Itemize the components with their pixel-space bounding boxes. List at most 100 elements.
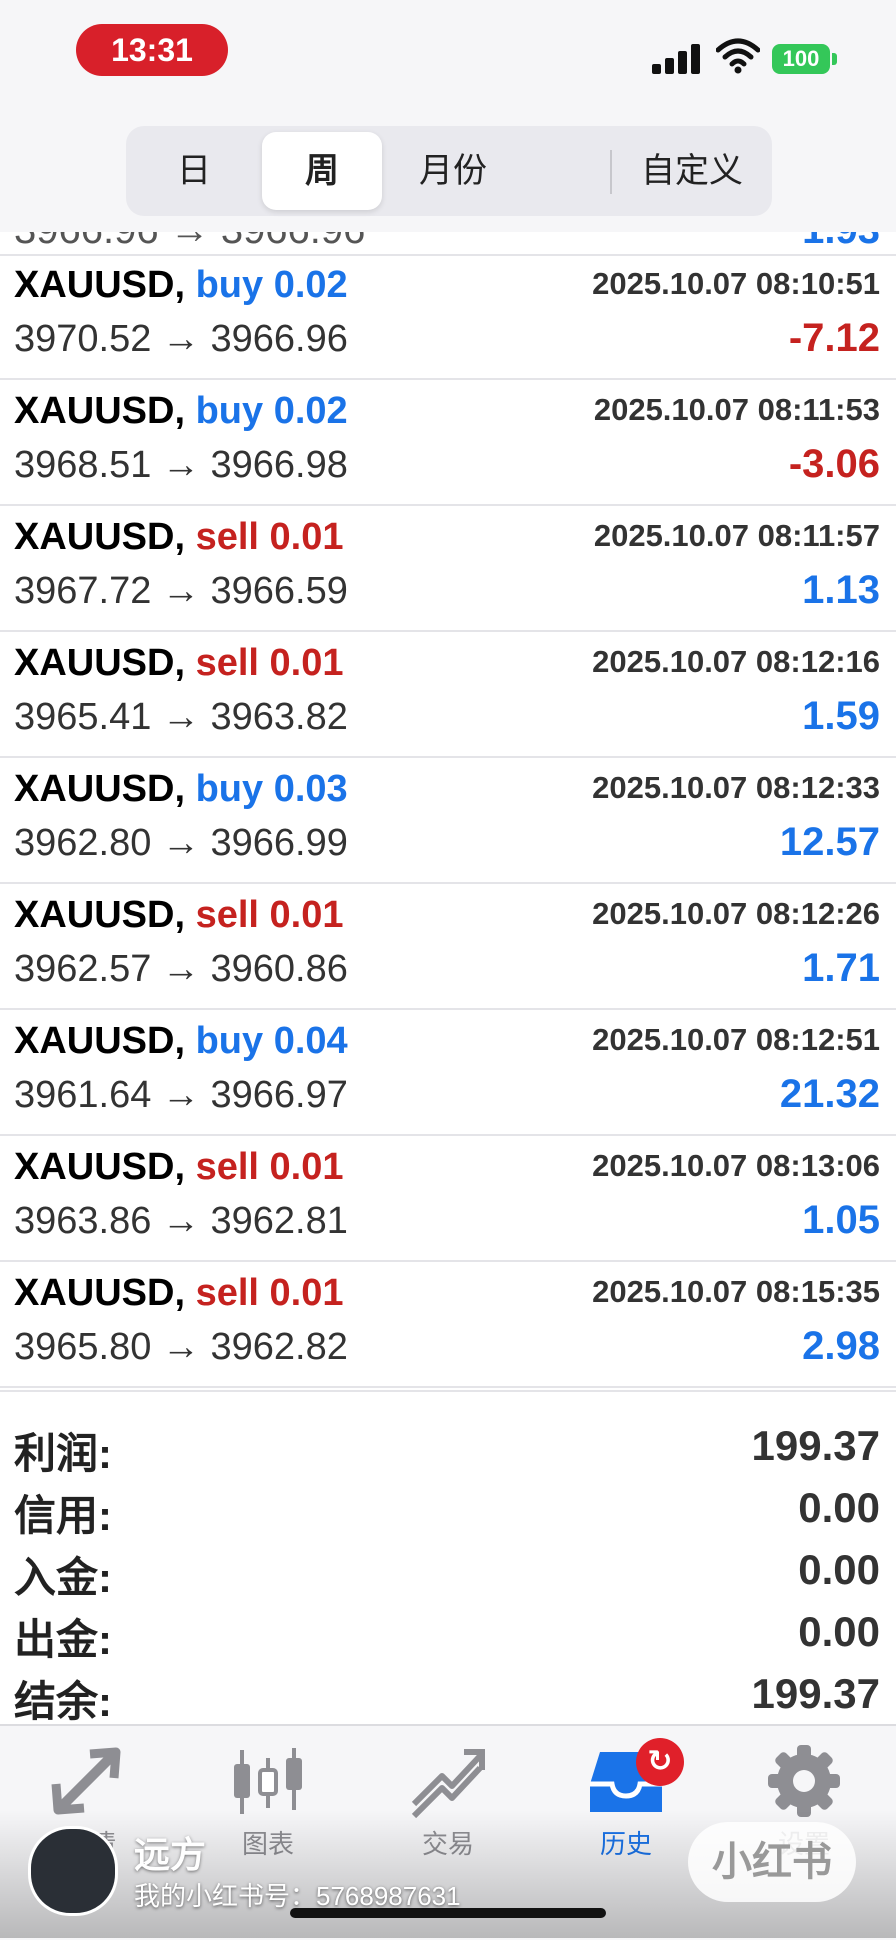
trade-symbol: XAUUSD, [14,1272,186,1314]
period-tab-custom[interactable]: 自定义 [618,132,766,210]
trade-symbol-line: XAUUSD, sell 0.01 [14,1272,344,1315]
summary-label: 信用: [14,1492,112,1539]
account-summary: 利润: 199.37 信用: 0.00 入金: 0.00 出金: 0.00 结余… [0,1390,896,1726]
trade-row[interactable]: XAUUSD, buy 0.04 2025.10.07 08:12:51 396… [0,1010,896,1136]
trade-symbol-line: XAUUSD, buy 0.04 [14,1020,348,1063]
trade-time: 2025.10.07 08:12:51 [592,1022,880,1057]
trade-profit: 2.98 [802,1324,880,1368]
trade-side: sell 0.01 [195,642,344,684]
home-indicator [290,1908,606,1918]
summary-label: 结余: [14,1678,112,1725]
trade-time: 2025.10.07 08:13:06 [592,1148,880,1183]
candlestick-chart-icon [234,1748,302,1814]
trade-prices: 3962.57 → 3960.86 [14,948,348,990]
trade-profit: -3.06 [788,442,880,486]
trade-time: 2025.10.07 08:11:57 [593,518,880,553]
partial-row-prices: 3966.96 → 3966.96 [14,232,365,253]
trade-row[interactable]: XAUUSD, sell 0.01 2025.10.07 08:12:26 39… [0,884,896,1010]
trade-time: 2025.10.07 08:12:26 [592,896,880,931]
trade-history-list[interactable]: 3966.96 → 3966.96 1.93 XAUUSD, buy 0.02 … [0,232,896,1390]
trade-profit: -7.12 [788,316,880,360]
period-tab-day[interactable]: 日 [132,132,256,210]
summary-balance: 结余: 199.37 [0,1664,896,1726]
trade-prices: 3961.64 → 3966.97 [14,1074,348,1116]
trade-profit: 1.59 [802,694,880,738]
battery-tip [832,53,837,65]
trade-side: sell 0.01 [195,894,344,936]
period-segmented-control: 日 周 月份 自定义 [126,126,772,216]
trade-symbol-line: XAUUSD, buy 0.02 [14,390,348,433]
quotes-arrows-icon [51,1747,121,1815]
summary-label: 出金: [14,1616,112,1663]
trade-row[interactable]: XAUUSD, sell 0.01 2025.10.07 08:15:35 39… [0,1262,896,1388]
trade-side: buy 0.02 [195,390,348,432]
trade-symbol: XAUUSD, [14,1146,186,1188]
trade-side: sell 0.01 [195,1146,344,1188]
summary-deposit: 入金: 0.00 [0,1540,896,1602]
trade-prices: 3962.80 → 3966.99 [14,822,348,864]
trade-symbol-line: XAUUSD, sell 0.01 [14,894,344,937]
trade-symbol: XAUUSD, [14,894,186,936]
watermark-logo: 小红书 [688,1822,856,1902]
summary-value: 0.00 [798,1484,880,1531]
trade-time: 2025.10.07 08:12:33 [592,770,880,805]
summary-value: 199.37 [751,1422,880,1469]
trade-symbol: XAUUSD, [14,390,186,432]
trade-time: 2025.10.07 08:15:35 [592,1274,880,1309]
gear-icon [768,1745,840,1817]
trade-side: sell 0.01 [195,516,344,558]
summary-value: 0.00 [798,1546,880,1593]
trade-profit: 12.57 [779,820,880,864]
trade-profit: 1.05 [802,1198,880,1242]
partial-trade-row: 3966.96 → 3966.96 1.93 [0,232,896,256]
trade-row[interactable]: XAUUSD, buy 0.02 2025.10.07 08:11:53 396… [0,380,896,506]
cellular-signal-icon [652,42,702,74]
trade-profit: 21.32 [779,1072,880,1116]
trade-chart-icon [411,1749,485,1818]
status-bar: 13:31 100 [0,0,896,110]
trade-prices: 3970.52 → 3966.96 [14,318,348,360]
trade-side: buy 0.04 [195,1020,348,1062]
trade-symbol: XAUUSD, [14,1020,186,1062]
watermark-author: 远方 [134,1834,207,1875]
period-tab-month[interactable]: 月份 [388,132,518,210]
trade-prices: 3965.41 → 3963.82 [14,696,348,738]
segment-divider [610,150,612,194]
trade-symbol-line: XAUUSD, buy 0.02 [14,264,348,307]
partial-row-pl: 1.93 [802,232,880,253]
trade-symbol-line: XAUUSD, buy 0.03 [14,768,348,811]
trade-prices: 3963.86 → 3962.81 [14,1200,348,1242]
trade-symbol: XAUUSD, [14,642,186,684]
trade-time: 2025.10.07 08:11:53 [593,392,880,427]
trade-side: buy 0.02 [195,264,348,306]
trade-prices: 3968.51 → 3966.98 [14,444,348,486]
trade-row[interactable]: XAUUSD, sell 0.01 2025.10.07 08:12:16 39… [0,632,896,758]
watermark-avatar [28,1826,118,1916]
summary-value: 0.00 [798,1608,880,1655]
trade-symbol: XAUUSD, [14,768,186,810]
battery-level: 100 [772,44,830,74]
summary-credit: 信用: 0.00 [0,1478,896,1540]
wifi-icon [716,38,760,74]
trade-row[interactable]: XAUUSD, sell 0.01 2025.10.07 08:11:57 39… [0,506,896,632]
summary-value: 199.37 [751,1670,880,1717]
period-tab-week[interactable]: 周 [262,132,382,210]
trade-time: 2025.10.07 08:10:51 [592,266,880,301]
trade-symbol-line: XAUUSD, sell 0.01 [14,516,344,559]
trade-profit: 1.13 [802,568,880,612]
trade-symbol-line: XAUUSD, sell 0.01 [14,1146,344,1189]
status-time: 13:31 [76,24,228,76]
trade-profit: 1.71 [802,946,880,990]
summary-withdrawal: 出金: 0.00 [0,1602,896,1664]
trade-symbol: XAUUSD, [14,264,186,306]
trade-prices: 3965.80 → 3962.82 [14,1326,348,1368]
trade-row[interactable]: XAUUSD, buy 0.03 2025.10.07 08:12:33 396… [0,758,896,884]
trade-row[interactable]: XAUUSD, buy 0.02 2025.10.07 08:10:51 397… [0,254,896,380]
summary-profit: 利润: 199.37 [0,1416,896,1478]
trade-side: sell 0.01 [195,1272,344,1314]
period-selector-bar: 日 周 月份 自定义 [0,110,896,232]
trade-prices: 3967.72 → 3966.59 [14,570,348,612]
trade-row[interactable]: XAUUSD, sell 0.01 2025.10.07 08:13:06 39… [0,1136,896,1262]
trade-side: buy 0.03 [195,768,348,810]
summary-label: 入金: [14,1554,112,1601]
